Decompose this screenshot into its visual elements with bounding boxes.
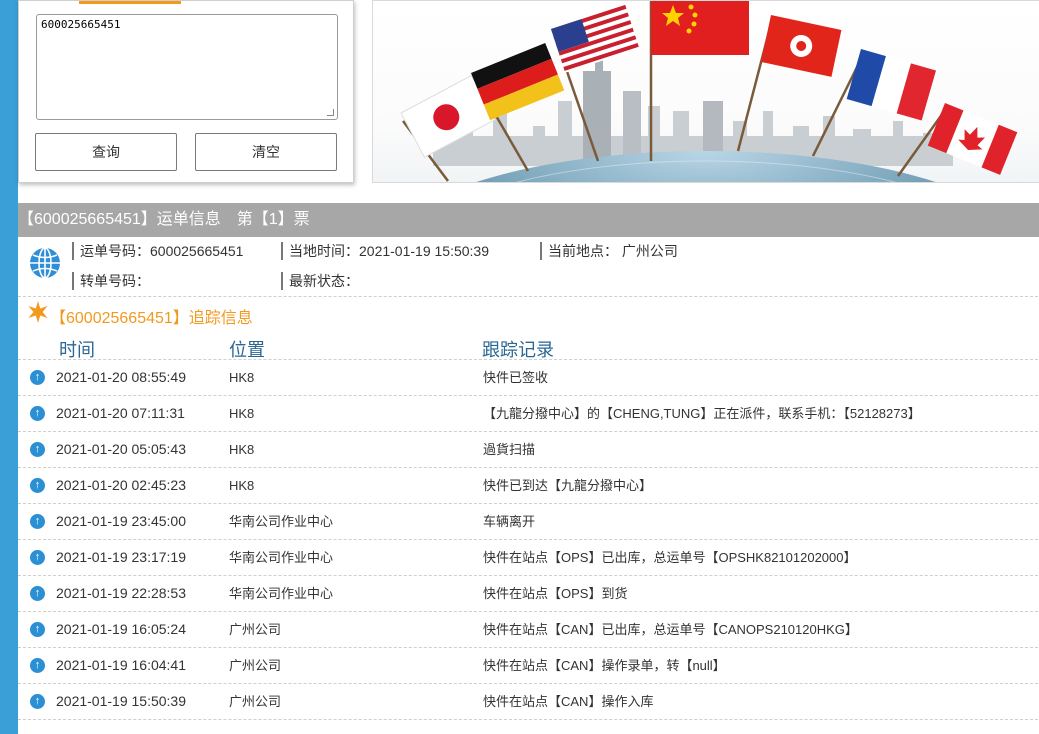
table-row: ↑ 2021-01-20 07:11:31 HK8 【九龍分撥中心】的【CHEN… bbox=[18, 396, 1038, 432]
row-time: 2021-01-19 16:04:41 bbox=[56, 657, 186, 673]
row-location: 华南公司作业中心 bbox=[229, 514, 334, 529]
row-location: 华南公司作业中心 bbox=[229, 550, 334, 565]
row-time: 2021-01-20 07:11:31 bbox=[56, 405, 185, 421]
arrow-up-circle-icon: ↑ bbox=[30, 478, 45, 493]
flags-banner bbox=[372, 0, 1039, 183]
row-record: 快件在站点【OPS】已出库，总运单号【OPSHK82101202000】 bbox=[483, 550, 857, 565]
table-row: ↑ 2021-01-20 05:05:43 HK8 過貨扫描 bbox=[18, 432, 1038, 468]
row-location: HK8 bbox=[229, 370, 255, 385]
table-row: ↑ 2021-01-20 08:55:49 HK8 快件已签收 bbox=[18, 360, 1038, 396]
left-accent-bar bbox=[0, 0, 18, 734]
divider bbox=[18, 296, 1038, 297]
row-time: 2021-01-19 15:50:39 bbox=[56, 693, 186, 709]
row-time: 2021-01-20 08:55:49 bbox=[56, 369, 186, 385]
search-button[interactable]: 查询 bbox=[35, 133, 177, 171]
latest-status: 最新状态： bbox=[281, 272, 359, 290]
row-record: 過貨扫描 bbox=[483, 442, 536, 457]
arrow-up-circle-icon: ↑ bbox=[30, 658, 45, 673]
row-record: 快件在站点【OPS】到货 bbox=[483, 586, 628, 601]
arrow-up-circle-icon: ↑ bbox=[30, 586, 45, 601]
transfer-number: 转单号码： bbox=[72, 272, 150, 290]
arrow-up-circle-icon: ↑ bbox=[30, 694, 45, 709]
arrow-up-circle-icon: ↑ bbox=[30, 550, 45, 565]
row-time: 2021-01-20 02:45:23 bbox=[56, 477, 186, 493]
table-row: ↑ 2021-01-19 23:17:19 华南公司作业中心 快件在站点【OPS… bbox=[18, 540, 1038, 576]
row-location: 广州公司 bbox=[229, 658, 282, 673]
globe-icon bbox=[30, 247, 60, 279]
row-record: 快件在站点【CAN】操作入库 bbox=[483, 694, 654, 709]
table-row: ↑ 2021-01-19 15:50:39 广州公司 快件在站点【CAN】操作入… bbox=[18, 684, 1038, 720]
row-location: 广州公司 bbox=[229, 694, 282, 709]
waybill-title-bar: 【600025665451】运单信息 第【1】票 bbox=[18, 203, 1039, 237]
tracking-table: ↑ 2021-01-20 08:55:49 HK8 快件已签收 ↑ 2021-0… bbox=[18, 359, 1038, 720]
row-record: 快件已到达【九龍分撥中心】 bbox=[483, 478, 653, 493]
row-time: 2021-01-19 22:28:53 bbox=[56, 585, 186, 601]
table-row: ↑ 2021-01-19 23:45:00 华南公司作业中心 车辆离开 bbox=[18, 504, 1038, 540]
query-panel: 600025665451 查询 清空 bbox=[18, 0, 354, 183]
flags-banner-illustration bbox=[400, 1, 1018, 182]
row-time: 2021-01-19 23:17:19 bbox=[56, 549, 186, 565]
table-row: ↑ 2021-01-20 02:45:23 HK8 快件已到达【九龍分撥中心】 bbox=[18, 468, 1038, 504]
active-tab-indicator bbox=[79, 1, 181, 4]
arrow-up-circle-icon: ↑ bbox=[30, 442, 45, 457]
row-record: 车辆离开 bbox=[483, 514, 536, 529]
table-row: ↑ 2021-01-19 22:28:53 华南公司作业中心 快件在站点【OPS… bbox=[18, 576, 1038, 612]
local-time: 当地时间：2021-01-19 15:50:39 bbox=[281, 242, 489, 260]
table-row: ↑ 2021-01-19 16:05:24 广州公司 快件在站点【CAN】已出库… bbox=[18, 612, 1038, 648]
row-time: 2021-01-19 16:05:24 bbox=[56, 621, 186, 637]
row-record: 快件在站点【CAN】操作录单，转【null】 bbox=[483, 658, 726, 673]
row-location: HK8 bbox=[229, 406, 255, 421]
table-row: ↑ 2021-01-19 16:04:41 广州公司 快件在站点【CAN】操作录… bbox=[18, 648, 1038, 684]
row-location: 广州公司 bbox=[229, 622, 282, 637]
arrow-up-circle-icon: ↑ bbox=[30, 514, 45, 529]
star-icon bbox=[28, 301, 48, 323]
tracking-title: 【600025665451】追踪信息 bbox=[50, 310, 253, 327]
arrow-up-circle-icon: ↑ bbox=[30, 406, 45, 421]
tracking-number-input[interactable]: 600025665451 bbox=[36, 14, 338, 120]
arrow-up-circle-icon: ↑ bbox=[30, 622, 45, 637]
row-location: HK8 bbox=[229, 478, 255, 493]
row-record: 快件已签收 bbox=[483, 370, 549, 385]
waybill-number: 运单号码：600025665451 bbox=[72, 242, 243, 260]
current-location: 当前地点： 广州公司 bbox=[540, 242, 678, 260]
row-time: 2021-01-19 23:45:00 bbox=[56, 513, 186, 529]
arrow-up-circle-icon: ↑ bbox=[30, 370, 45, 385]
row-record: 快件在站点【CAN】已出库，总运单号【CANOPS210120HKG】 bbox=[483, 622, 858, 637]
row-location: HK8 bbox=[229, 442, 255, 457]
clear-button[interactable]: 清空 bbox=[195, 133, 337, 171]
row-time: 2021-01-20 05:05:43 bbox=[56, 441, 186, 457]
row-record: 【九龍分撥中心】的【CHENG,TUNG】正在派件，联系手机：【52128273… bbox=[483, 406, 921, 421]
row-location: 华南公司作业中心 bbox=[229, 586, 334, 601]
